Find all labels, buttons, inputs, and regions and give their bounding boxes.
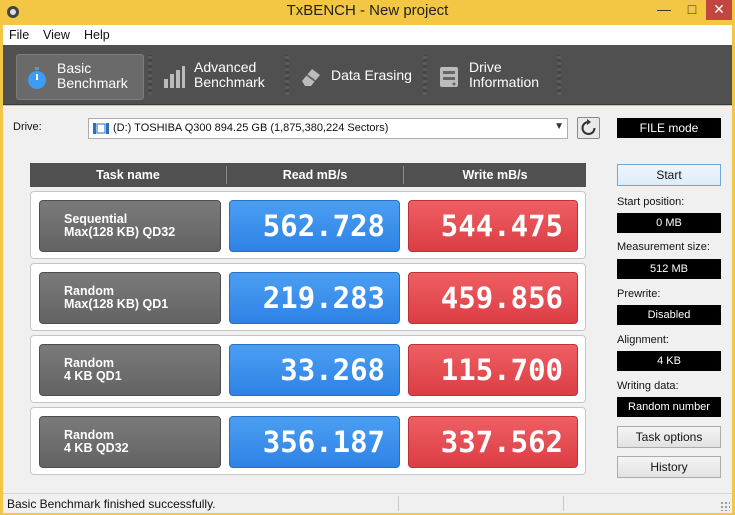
- task-name: Random 4 KB QD1: [64, 356, 122, 383]
- file-mode-indicator: FILE mode: [617, 118, 721, 138]
- start-position-label: Start position:: [617, 196, 685, 208]
- drive-icon: [93, 123, 109, 134]
- alignment-value[interactable]: 4 KB: [617, 351, 721, 371]
- result-row-rand-4k-qd32: Random 4 KB QD32 356.187 337.562: [30, 407, 586, 475]
- result-row-seq-qd32: Sequential Max(128 KB) QD32 562.728 544.…: [30, 191, 586, 259]
- alignment-label: Alignment:: [617, 334, 669, 346]
- header-task-name: Task name: [96, 168, 160, 182]
- drive-select[interactable]: (D:) TOSHIBA Q300 894.25 GB (1,875,380,2…: [88, 118, 568, 139]
- menu-bar: File View Help: [3, 25, 732, 45]
- task-name: Random 4 KB QD32: [64, 428, 129, 455]
- read-speed: 33.268: [229, 344, 400, 396]
- menu-view[interactable]: View: [43, 28, 70, 42]
- task-button[interactable]: Random Max(128 KB) QD1: [39, 272, 221, 324]
- menu-help[interactable]: Help: [84, 28, 110, 42]
- window-title: TxBENCH - New project: [286, 2, 449, 19]
- stopwatch-icon: [28, 67, 46, 89]
- writing-data-label: Writing data:: [617, 380, 679, 392]
- read-speed: 219.283: [229, 272, 400, 324]
- tab-drive-information[interactable]: Drive Information: [429, 54, 557, 100]
- write-speed: 337.562: [408, 416, 578, 468]
- toolbar-separator: [423, 55, 427, 95]
- start-position-value[interactable]: 0 MB: [617, 213, 721, 233]
- refresh-button[interactable]: [577, 117, 600, 139]
- toolbar-separator: [285, 55, 289, 95]
- write-speed: 459.856: [408, 272, 578, 324]
- tab-data-erasing-label: Data Erasing: [331, 67, 412, 83]
- tab-drive-information-label: Drive Information: [469, 59, 540, 90]
- task-button[interactable]: Random 4 KB QD1: [39, 344, 221, 396]
- bar-chart-icon: [164, 66, 185, 88]
- menu-file[interactable]: File: [9, 28, 29, 42]
- measurement-size-label: Measurement size:: [617, 241, 710, 253]
- tab-basic-benchmark[interactable]: Basic Benchmark: [16, 54, 144, 100]
- tab-data-erasing[interactable]: Data Erasing: [291, 54, 419, 100]
- write-speed: 544.475: [408, 200, 578, 252]
- drive-info-icon: [440, 67, 458, 87]
- close-button[interactable]: ✕: [706, 0, 732, 20]
- write-speed: 115.700: [408, 344, 578, 396]
- drive-label: Drive:: [13, 121, 42, 133]
- start-button[interactable]: Start: [617, 164, 721, 186]
- task-options-button[interactable]: Task options: [617, 426, 721, 448]
- results-header: Task name Read mB/s Write mB/s: [30, 163, 586, 187]
- toolbar-separator: [557, 55, 561, 95]
- header-read: Read mB/s: [282, 168, 348, 182]
- read-speed: 356.187: [229, 416, 400, 468]
- benchmark-panel: Drive: (D:) TOSHIBA Q300 894.25 GB (1,87…: [3, 106, 732, 493]
- result-row-rand-4k-qd1: Random 4 KB QD1 33.268 115.700: [30, 335, 586, 403]
- result-row-rand-128k-qd1: Random Max(128 KB) QD1 219.283 459.856: [30, 263, 586, 331]
- tab-basic-benchmark-label: Basic Benchmark: [57, 60, 128, 91]
- task-name: Sequential Max(128 KB) QD32: [64, 212, 176, 239]
- maximize-button[interactable]: □: [679, 0, 705, 20]
- prewrite-label: Prewrite:: [617, 288, 661, 300]
- task-button[interactable]: Sequential Max(128 KB) QD32: [39, 200, 221, 252]
- read-speed: 562.728: [229, 200, 400, 252]
- toolbar-separator: [148, 55, 152, 95]
- status-bar: Basic Benchmark finished successfully.: [3, 493, 732, 513]
- main-toolbar: Basic Benchmark Advanced Benchmark Data …: [3, 45, 732, 105]
- writing-data-value[interactable]: Random number: [617, 397, 721, 417]
- history-button[interactable]: History: [617, 456, 721, 478]
- status-divider: [563, 496, 564, 511]
- resize-grip[interactable]: [720, 501, 730, 511]
- status-text: Basic Benchmark finished successfully.: [7, 497, 216, 511]
- status-divider: [398, 496, 399, 511]
- task-name: Random Max(128 KB) QD1: [64, 284, 169, 311]
- measurement-size-value[interactable]: 512 MB: [617, 259, 721, 279]
- app-window: TxBENCH - New project — □ ✕ File View He…: [0, 0, 735, 515]
- minimize-button[interactable]: —: [650, 0, 678, 20]
- task-button[interactable]: Random 4 KB QD32: [39, 416, 221, 468]
- prewrite-value[interactable]: Disabled: [617, 305, 721, 325]
- eraser-icon: [302, 69, 320, 86]
- drive-select-value: (D:) TOSHIBA Q300 894.25 GB (1,875,380,2…: [113, 122, 389, 134]
- refresh-icon: [581, 119, 596, 135]
- tab-advanced-benchmark[interactable]: Advanced Benchmark: [154, 54, 282, 100]
- chevron-down-icon: ▼: [554, 121, 564, 132]
- header-write: Write mB/s: [462, 168, 528, 182]
- title-bar[interactable]: TxBENCH - New project — □ ✕: [0, 0, 735, 25]
- tab-advanced-benchmark-label: Advanced Benchmark: [194, 59, 265, 90]
